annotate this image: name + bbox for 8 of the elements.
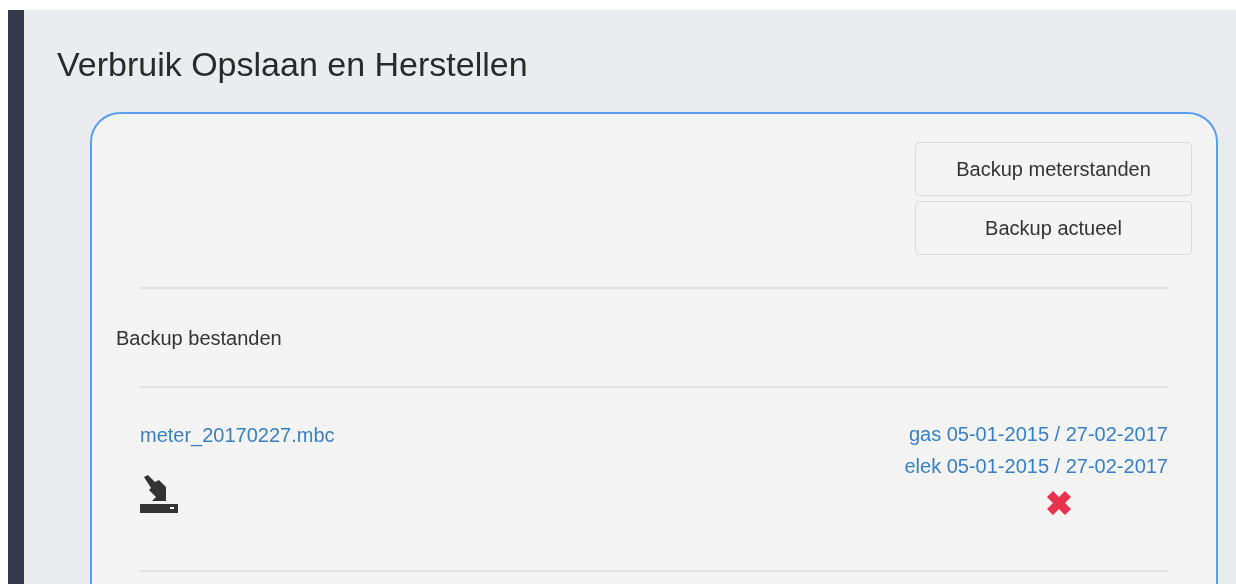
backup-button[interactable]: Backup actueel bbox=[915, 201, 1192, 255]
backup-button[interactable]: Backup meterstanden bbox=[915, 142, 1192, 196]
page-title: Verbruik Opslaan en Herstellen bbox=[57, 44, 529, 84]
download-icon[interactable] bbox=[140, 475, 178, 513]
file-link[interactable]: meter_20170227.mbc bbox=[140, 424, 335, 447]
date-range: elek 05-01-2015 / 27-02-2017 bbox=[904, 454, 1168, 479]
section-label: Backup bestanden bbox=[116, 327, 283, 350]
date-range: gas 05-01-2015 / 27-02-2017 bbox=[908, 422, 1168, 447]
